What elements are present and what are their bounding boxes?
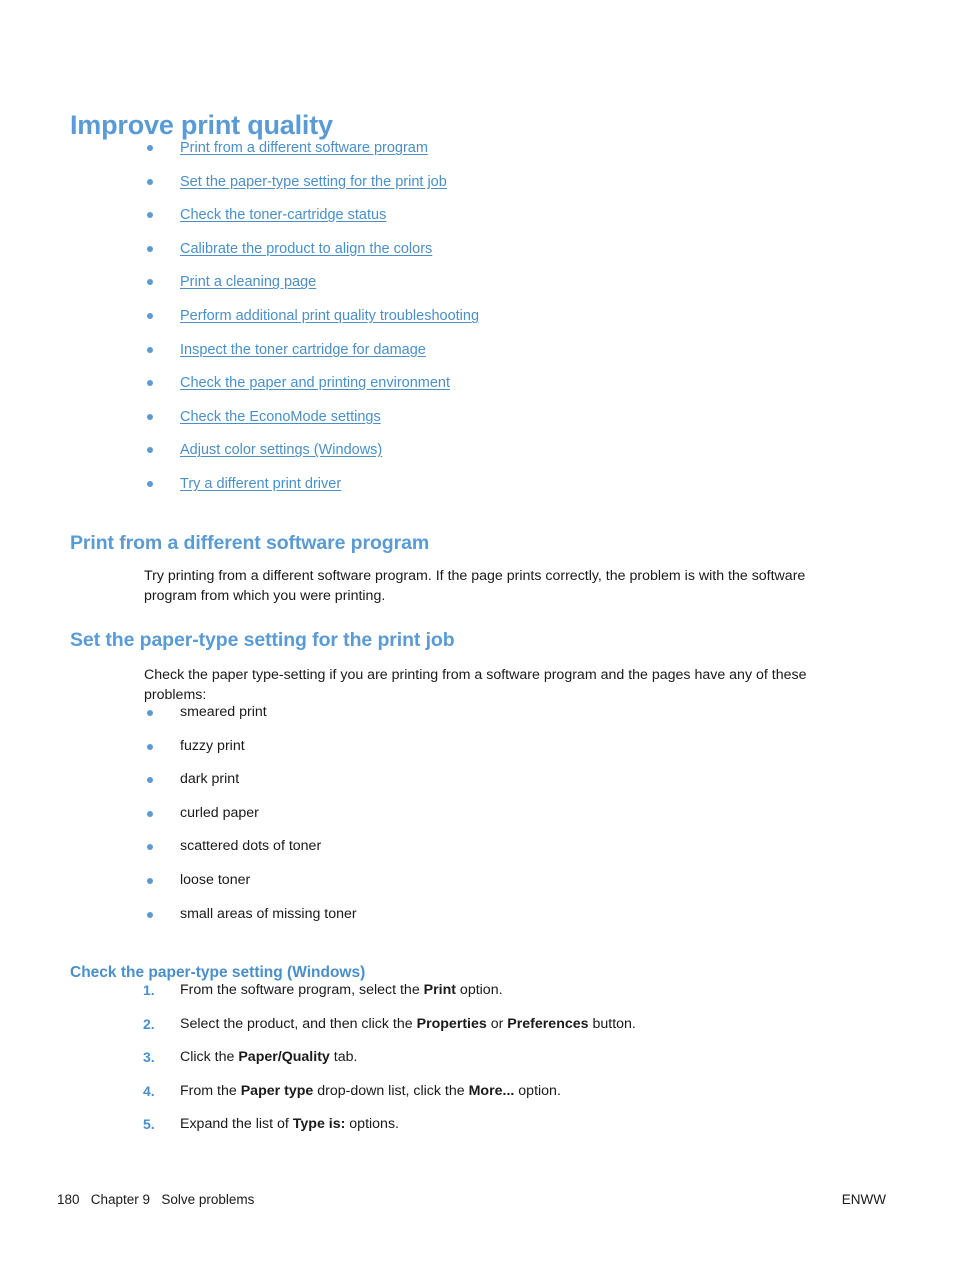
toc-item: Calibrate the product to align the color… <box>140 239 880 273</box>
list-item-label: loose toner <box>180 871 251 888</box>
bullet-icon <box>147 844 153 851</box>
list-item-label: fuzzy print <box>180 737 245 754</box>
toc-link[interactable]: Print a cleaning page <box>180 272 316 292</box>
bullet-icon <box>147 877 153 884</box>
bullet-icon <box>147 279 153 286</box>
toc-item: Check the paper and printing environment <box>140 373 880 407</box>
list-item: small areas of missing toner <box>140 905 860 939</box>
toc-link[interactable]: Print from a different software program <box>180 138 428 158</box>
bullet-icon <box>147 145 153 151</box>
bullet-icon <box>147 480 153 487</box>
step-text: Select the product, and then click the P… <box>180 1015 636 1032</box>
footer-locale-code: ENWW <box>841 1192 886 1207</box>
page-title: Improve print quality <box>70 110 333 141</box>
bullet-icon <box>147 346 153 353</box>
toc-link[interactable]: Inspect the toner cartridge for damage <box>180 340 426 360</box>
toc-link[interactable]: Check the EconoMode settings <box>180 407 381 427</box>
toc-link[interactable]: Try a different print driver <box>180 474 341 494</box>
step-text: Expand the list of Type is: options. <box>180 1116 399 1133</box>
bullet-icon <box>147 447 153 454</box>
list-item: loose toner <box>140 871 860 905</box>
step-number: 3. <box>143 1049 155 1066</box>
toc-item: Check the EconoMode settings <box>140 407 880 441</box>
step-number: 1. <box>143 982 155 998</box>
list-item: fuzzy print <box>140 737 860 771</box>
toc-link[interactable]: Perform additional print quality trouble… <box>180 306 479 326</box>
list-item-label: dark print <box>180 771 240 788</box>
step-text: From the software program, select the Pr… <box>180 982 503 998</box>
bullet-icon <box>147 312 153 319</box>
paragraph-set-paper-type-setting: Check the paper type-setting if you are … <box>144 667 807 703</box>
numbered-steps-list: 1. From the software program, select the … <box>140 981 860 1149</box>
step-number: 5. <box>143 1116 155 1133</box>
toc-link[interactable]: Check the paper and printing environment <box>180 373 450 393</box>
toc-item: Inspect the toner cartridge for damage <box>140 340 880 374</box>
paragraph-print-from-different-software-program: Try printing from a different software p… <box>144 568 806 604</box>
toc-item: Set the paper-type setting for the print… <box>140 172 880 206</box>
section-heading-print-from-different-software-program: Print from a different software program <box>70 532 430 555</box>
section-heading-set-paper-type-setting: Set the paper-type setting for the print… <box>70 629 455 652</box>
bullet-icon <box>147 777 153 784</box>
step-text: Click the Paper/Quality tab. <box>180 1049 358 1066</box>
toc-item: Perform additional print quality trouble… <box>140 306 880 340</box>
toc-link[interactable]: Check the toner-cartridge status <box>180 205 386 225</box>
list-item-label: scattered dots of toner <box>180 838 322 855</box>
bullet-icon <box>147 245 153 252</box>
toc-item: Check the toner-cartridge status <box>140 205 880 239</box>
bullet-icon <box>147 911 153 918</box>
bullet-icon <box>147 413 153 420</box>
numbered-step: 1. From the software program, select the … <box>140 981 860 1015</box>
document-page: Improve print quality Print from a diffe… <box>0 0 954 1270</box>
toc-item: Print a cleaning page <box>140 272 880 306</box>
subsection-heading-check-paper-type-setting-windows: Check the paper-type setting (Windows) <box>70 963 366 981</box>
page-footer: 180 Chapter 9 Solve problems ENWW <box>0 1192 954 1214</box>
bullet-icon <box>147 743 153 750</box>
numbered-step: 3. Click the Paper/Quality tab. <box>140 1048 860 1082</box>
step-number: 2. <box>143 1015 155 1032</box>
step-text: From the Paper type drop-down list, clic… <box>180 1082 561 1099</box>
print-problem-bullet-list: smeared print fuzzy print dark print curled… <box>140 703 860 938</box>
bullet-icon <box>147 178 153 185</box>
toc-link[interactable]: Calibrate the product to align the color… <box>180 239 432 259</box>
toc-item: Print from a different software program <box>140 138 880 172</box>
table-of-contents-list: Print from a different software program S… <box>140 138 880 508</box>
toc-item: Adjust color settings (Windows) <box>140 440 880 474</box>
bullet-icon <box>147 810 153 817</box>
numbered-step: 5. Expand the list of Type is: options. <box>140 1115 860 1149</box>
list-item: curled paper <box>140 804 860 838</box>
toc-item: Try a different print driver <box>140 474 880 508</box>
bullet-icon <box>147 710 153 716</box>
numbered-step: 2. Select the product, and then click the… <box>140 1015 860 1049</box>
bullet-icon <box>147 212 153 219</box>
step-number: 4. <box>143 1082 155 1099</box>
list-item-label: smeared print <box>180 704 267 720</box>
list-item: scattered dots of toner <box>140 837 860 871</box>
list-item: dark print <box>140 770 860 804</box>
list-item-label: curled paper <box>180 804 259 821</box>
numbered-step: 4. From the Paper type drop-down list, cl… <box>140 1082 860 1116</box>
bullet-icon <box>147 380 153 387</box>
list-item: smeared print <box>140 703 860 737</box>
footer-chapter-info: 180 Chapter 9 Solve problems <box>57 1192 255 1207</box>
list-item-label: small areas of missing toner <box>180 905 357 922</box>
toc-link[interactable]: Set the paper-type setting for the print… <box>180 172 447 192</box>
toc-link[interactable]: Adjust color settings (Windows) <box>180 440 382 460</box>
